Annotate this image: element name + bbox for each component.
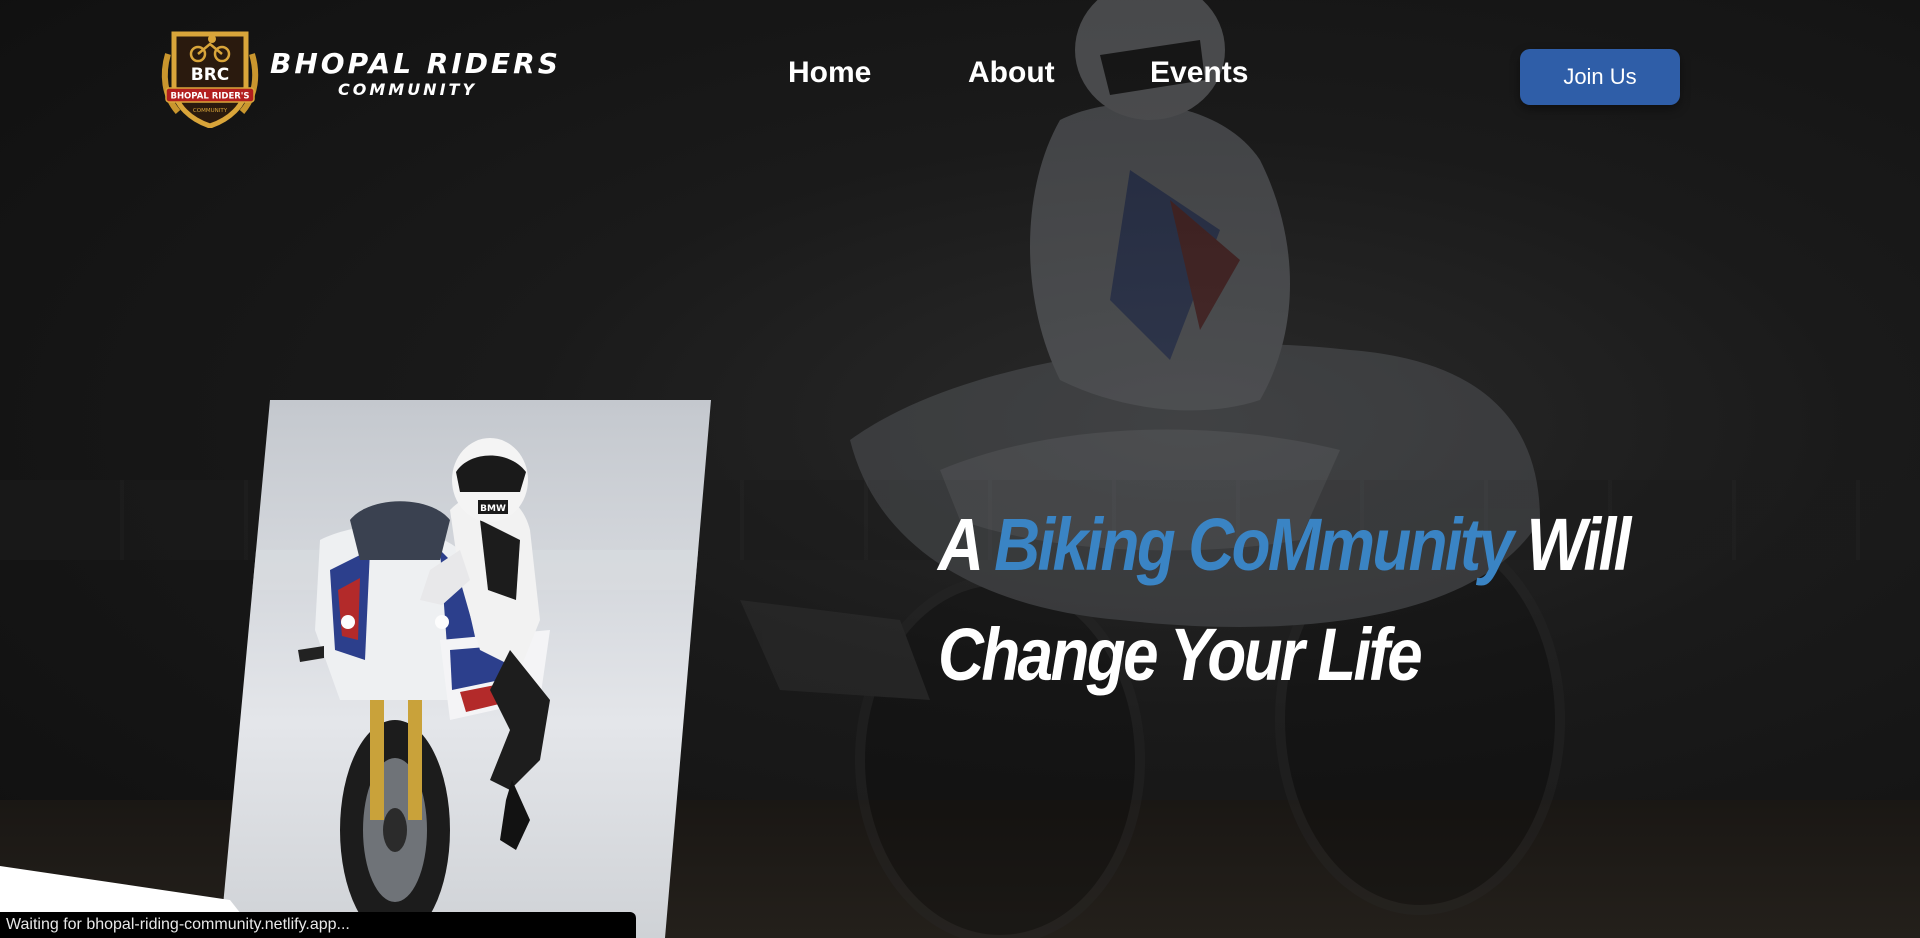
svg-text:BMW: BMW bbox=[480, 504, 506, 514]
site-header: BRC BHOPAL RIDER'S COMMUNITY BHOPAL RIDE… bbox=[0, 0, 1920, 150]
logo-name-line2: COMMUNITY bbox=[338, 80, 478, 99]
headline-prefix: A bbox=[938, 503, 982, 586]
hero-headline: A Biking CoMmunity Will Change Your Life bbox=[938, 490, 1764, 710]
svg-text:BRC: BRC bbox=[191, 65, 230, 85]
headline-accent: Biking CoMmunity bbox=[994, 503, 1514, 586]
brc-logo-badge-icon[interactable]: BRC BHOPAL RIDER'S COMMUNITY bbox=[160, 24, 260, 129]
logo-name-line1: BHOPAL RIDERS bbox=[270, 47, 561, 80]
nav-link-about[interactable]: About bbox=[968, 56, 1055, 90]
browser-status-bar: Waiting for bhopal-riding-community.netl… bbox=[0, 912, 636, 938]
join-us-button[interactable]: Join Us bbox=[1520, 49, 1680, 105]
landing-page: BRC BHOPAL RIDER'S COMMUNITY BHOPAL RIDE… bbox=[0, 0, 1920, 938]
nav-link-home[interactable]: Home bbox=[788, 56, 871, 90]
svg-text:BHOPAL RIDER'S: BHOPAL RIDER'S bbox=[170, 92, 249, 102]
site-logo-wordmark[interactable]: BHOPAL RIDERS COMMUNITY bbox=[270, 50, 561, 98]
nav-link-events[interactable]: Events bbox=[1150, 56, 1248, 90]
hero-rider-image: BMW bbox=[220, 400, 711, 938]
svg-text:COMMUNITY: COMMUNITY bbox=[193, 108, 228, 114]
